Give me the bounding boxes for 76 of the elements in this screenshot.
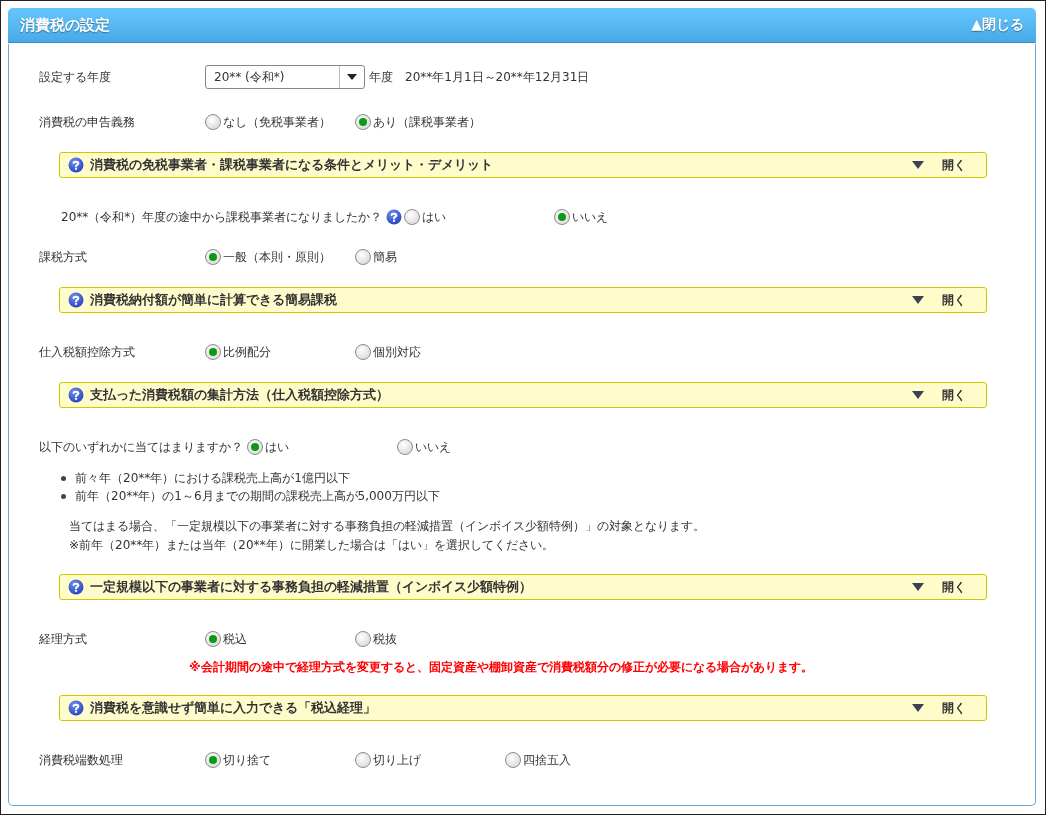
- radio-button[interactable]: [355, 752, 371, 768]
- note-text: ※前年（20**年）または当年（20**年）に開業した場合は「はい」を選択してください。: [69, 537, 555, 554]
- radio-option[interactable]: 簡易: [355, 248, 505, 266]
- question-text: 20**（令和*）年度の途中から課税事業者になりましたか？: [61, 208, 383, 226]
- note-text: 当てはまる場合、「一定規模以下の事業者に対する事務負担の軽減措置（インボイス少額特例）」の対象となります。: [69, 518, 706, 535]
- radio-option[interactable]: はい: [404, 208, 555, 226]
- field-label: 消費税端数処理: [39, 751, 124, 769]
- bullet-icon: [61, 475, 66, 481]
- help-title: 消費税納付額が簡単に計算できる簡易課税: [90, 291, 338, 309]
- radio-button[interactable]: [205, 752, 221, 768]
- list-item: 前年（20**年）の1～6月までの期間の課税売上高が5,000万円以下: [75, 487, 440, 505]
- help-bar[interactable]: 支払った消費税額の集計方法（仕入税額控除方式） 開く: [59, 382, 987, 408]
- radio-button[interactable]: [355, 631, 371, 647]
- help-bar[interactable]: 消費税を意識せず簡単に入力できる「税込経理」 開く: [59, 695, 987, 721]
- radio-option[interactable]: 切り上げ: [355, 751, 505, 769]
- period-text: 20**年1月1日～20**年12月31日: [405, 68, 590, 86]
- help-icon: [386, 209, 403, 225]
- caret-icon: [912, 704, 924, 712]
- radio-button[interactable]: [404, 209, 421, 225]
- field-label: 課税方式: [39, 248, 88, 266]
- radio-option[interactable]: はい: [247, 438, 397, 456]
- radio-option[interactable]: 四捨五入: [505, 751, 655, 769]
- help-title: 一定規模以下の事業者に対する事務負担の軽減措置（インボイス少額特例）: [90, 578, 533, 596]
- question-text: 以下のいずれかに当てはまりますか？: [39, 438, 243, 456]
- field-label: 設定する年度: [39, 68, 112, 86]
- caret-icon: [912, 161, 924, 169]
- help-icon: [68, 387, 84, 403]
- expand-link[interactable]: 開く: [942, 578, 966, 596]
- panel-title: 消費税の設定: [20, 15, 110, 35]
- field-text: 年度: [369, 68, 393, 86]
- radio-option[interactable]: 税抜: [355, 630, 505, 648]
- help-icon: [68, 700, 84, 716]
- radio-button[interactable]: [397, 439, 413, 455]
- field-label: 経理方式: [39, 630, 88, 648]
- radio-button[interactable]: [205, 249, 221, 265]
- radio-option[interactable]: なし（免税事業者）: [205, 113, 355, 131]
- expand-link[interactable]: 開く: [942, 699, 966, 717]
- radio-button[interactable]: [355, 344, 371, 360]
- radio-button[interactable]: [355, 114, 371, 130]
- radio-option[interactable]: いいえ: [554, 208, 705, 226]
- caret-icon: [912, 296, 924, 304]
- warning-text: ※会計期間の途中で経理方式を変更すると、固定資産や棚卸資産で消費税額分の修正が必要になる場合があります。: [189, 658, 813, 676]
- field-label: 消費税の申告義務: [39, 113, 136, 131]
- help-bar[interactable]: 消費税の免税事業者・課税事業者になる条件とメリット・デメリット 開く: [59, 152, 987, 178]
- radio-button[interactable]: [355, 249, 371, 265]
- help-title: 支払った消費税額の集計方法（仕入税額控除方式）: [90, 386, 390, 404]
- radio-button[interactable]: [205, 114, 221, 130]
- radio-option[interactable]: いいえ: [397, 438, 547, 456]
- help-icon: [68, 292, 84, 308]
- field-label: 仕入税額控除方式: [39, 343, 136, 361]
- help-bar[interactable]: 一定規模以下の事業者に対する事務負担の軽減措置（インボイス少額特例） 開く: [59, 574, 987, 600]
- radio-option[interactable]: 税込: [205, 630, 355, 648]
- radio-option[interactable]: 個別対応: [355, 343, 505, 361]
- expand-link[interactable]: 開く: [942, 386, 966, 404]
- caret-icon: [912, 391, 924, 399]
- radio-button[interactable]: [205, 344, 221, 360]
- radio-option[interactable]: 一般（本則・原則）: [205, 248, 355, 266]
- expand-link[interactable]: 開く: [942, 291, 966, 309]
- help-title: 消費税の免税事業者・課税事業者になる条件とメリット・デメリット: [90, 156, 494, 174]
- bullet-icon: [61, 493, 66, 499]
- radio-option[interactable]: 切り捨て: [205, 751, 355, 769]
- radio-button[interactable]: [554, 209, 571, 225]
- help-bar[interactable]: 消費税納付額が簡単に計算できる簡易課税 開く: [59, 287, 987, 313]
- help-title: 消費税を意識せず簡単に入力できる「税込経理」: [90, 699, 377, 717]
- caret-icon: [347, 74, 357, 80]
- radio-option[interactable]: あり（課税事業者）: [355, 113, 505, 131]
- radio-button[interactable]: [205, 631, 221, 647]
- caret-icon: [912, 583, 924, 591]
- help-icon: [68, 157, 84, 173]
- radio-option[interactable]: 比例配分: [205, 343, 355, 361]
- radio-button[interactable]: [505, 752, 521, 768]
- radio-button[interactable]: [247, 439, 263, 455]
- list-item: 前々年（20**年）における課税売上高が1億円以下: [75, 469, 350, 487]
- help-icon: [68, 579, 84, 595]
- year-dropdown[interactable]: 20** (令和*): [205, 65, 365, 89]
- expand-link[interactable]: 開く: [942, 156, 966, 174]
